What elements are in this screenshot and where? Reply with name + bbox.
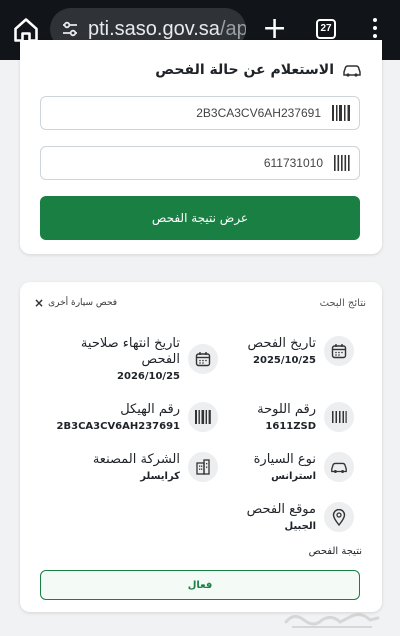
car-icon <box>324 452 354 482</box>
results-title: نتائج البحث <box>319 298 366 309</box>
close-icon: × <box>34 296 45 310</box>
barcode-icon <box>188 402 218 432</box>
sequence-number-field[interactable] <box>40 146 360 180</box>
calendar-icon <box>324 336 354 366</box>
show-result-button[interactable]: عرض نتيجة الفحص <box>40 196 360 240</box>
overflow-menu-icon[interactable] <box>372 18 378 40</box>
url-text: pti.saso.gov.sa/ap <box>88 17 246 40</box>
inspection-date-item: تاريخ الفحص 2025/10/25 <box>248 336 354 366</box>
new-tab-icon[interactable]: + <box>262 14 287 44</box>
barcode-icon <box>332 105 350 121</box>
barcode-icon <box>334 155 350 171</box>
result-label: نتيجة الفحص <box>308 546 362 557</box>
expiry-date-item: تاريخ انتهاء صلاحية الفحص 2026/10/25 <box>80 336 218 382</box>
vehicle-type-item: نوع السيارة استرانس <box>254 452 354 482</box>
vin-field[interactable] <box>40 96 360 130</box>
inquiry-card: الاستعلام عن حالة الفحص عرض نتيجة الفحص <box>20 40 382 254</box>
car-icon <box>343 65 361 77</box>
plate-number-item: رقم اللوحة 1611ZSD <box>257 402 354 432</box>
tab-switcher-button[interactable]: 27 <box>316 19 336 39</box>
building-icon <box>188 452 218 482</box>
search-another-car-button[interactable]: × فحص سيارة أخرى <box>34 296 117 310</box>
location-pin-icon <box>324 502 354 532</box>
chassis-number-item: رقم الهيكل 2B3CA3CV6AH237691 <box>57 402 218 432</box>
vin-input[interactable] <box>81 106 321 120</box>
manufacturer-item: الشركة المصنعة كرايسلر <box>93 452 218 482</box>
site-settings-icon[interactable] <box>60 19 80 39</box>
results-card: نتائج البحث × فحص سيارة أخرى تاريخ الفحص… <box>20 282 382 612</box>
calendar-icon <box>188 344 218 374</box>
watermark-logo <box>284 613 380 628</box>
plate-icon <box>324 402 354 432</box>
sequence-number-input[interactable] <box>83 156 323 170</box>
result-status-badge: فعال <box>40 570 360 600</box>
inquiry-title: الاستعلام عن حالة الفحص <box>155 62 362 78</box>
location-item: موقع الفحص الجبيل <box>247 502 354 532</box>
